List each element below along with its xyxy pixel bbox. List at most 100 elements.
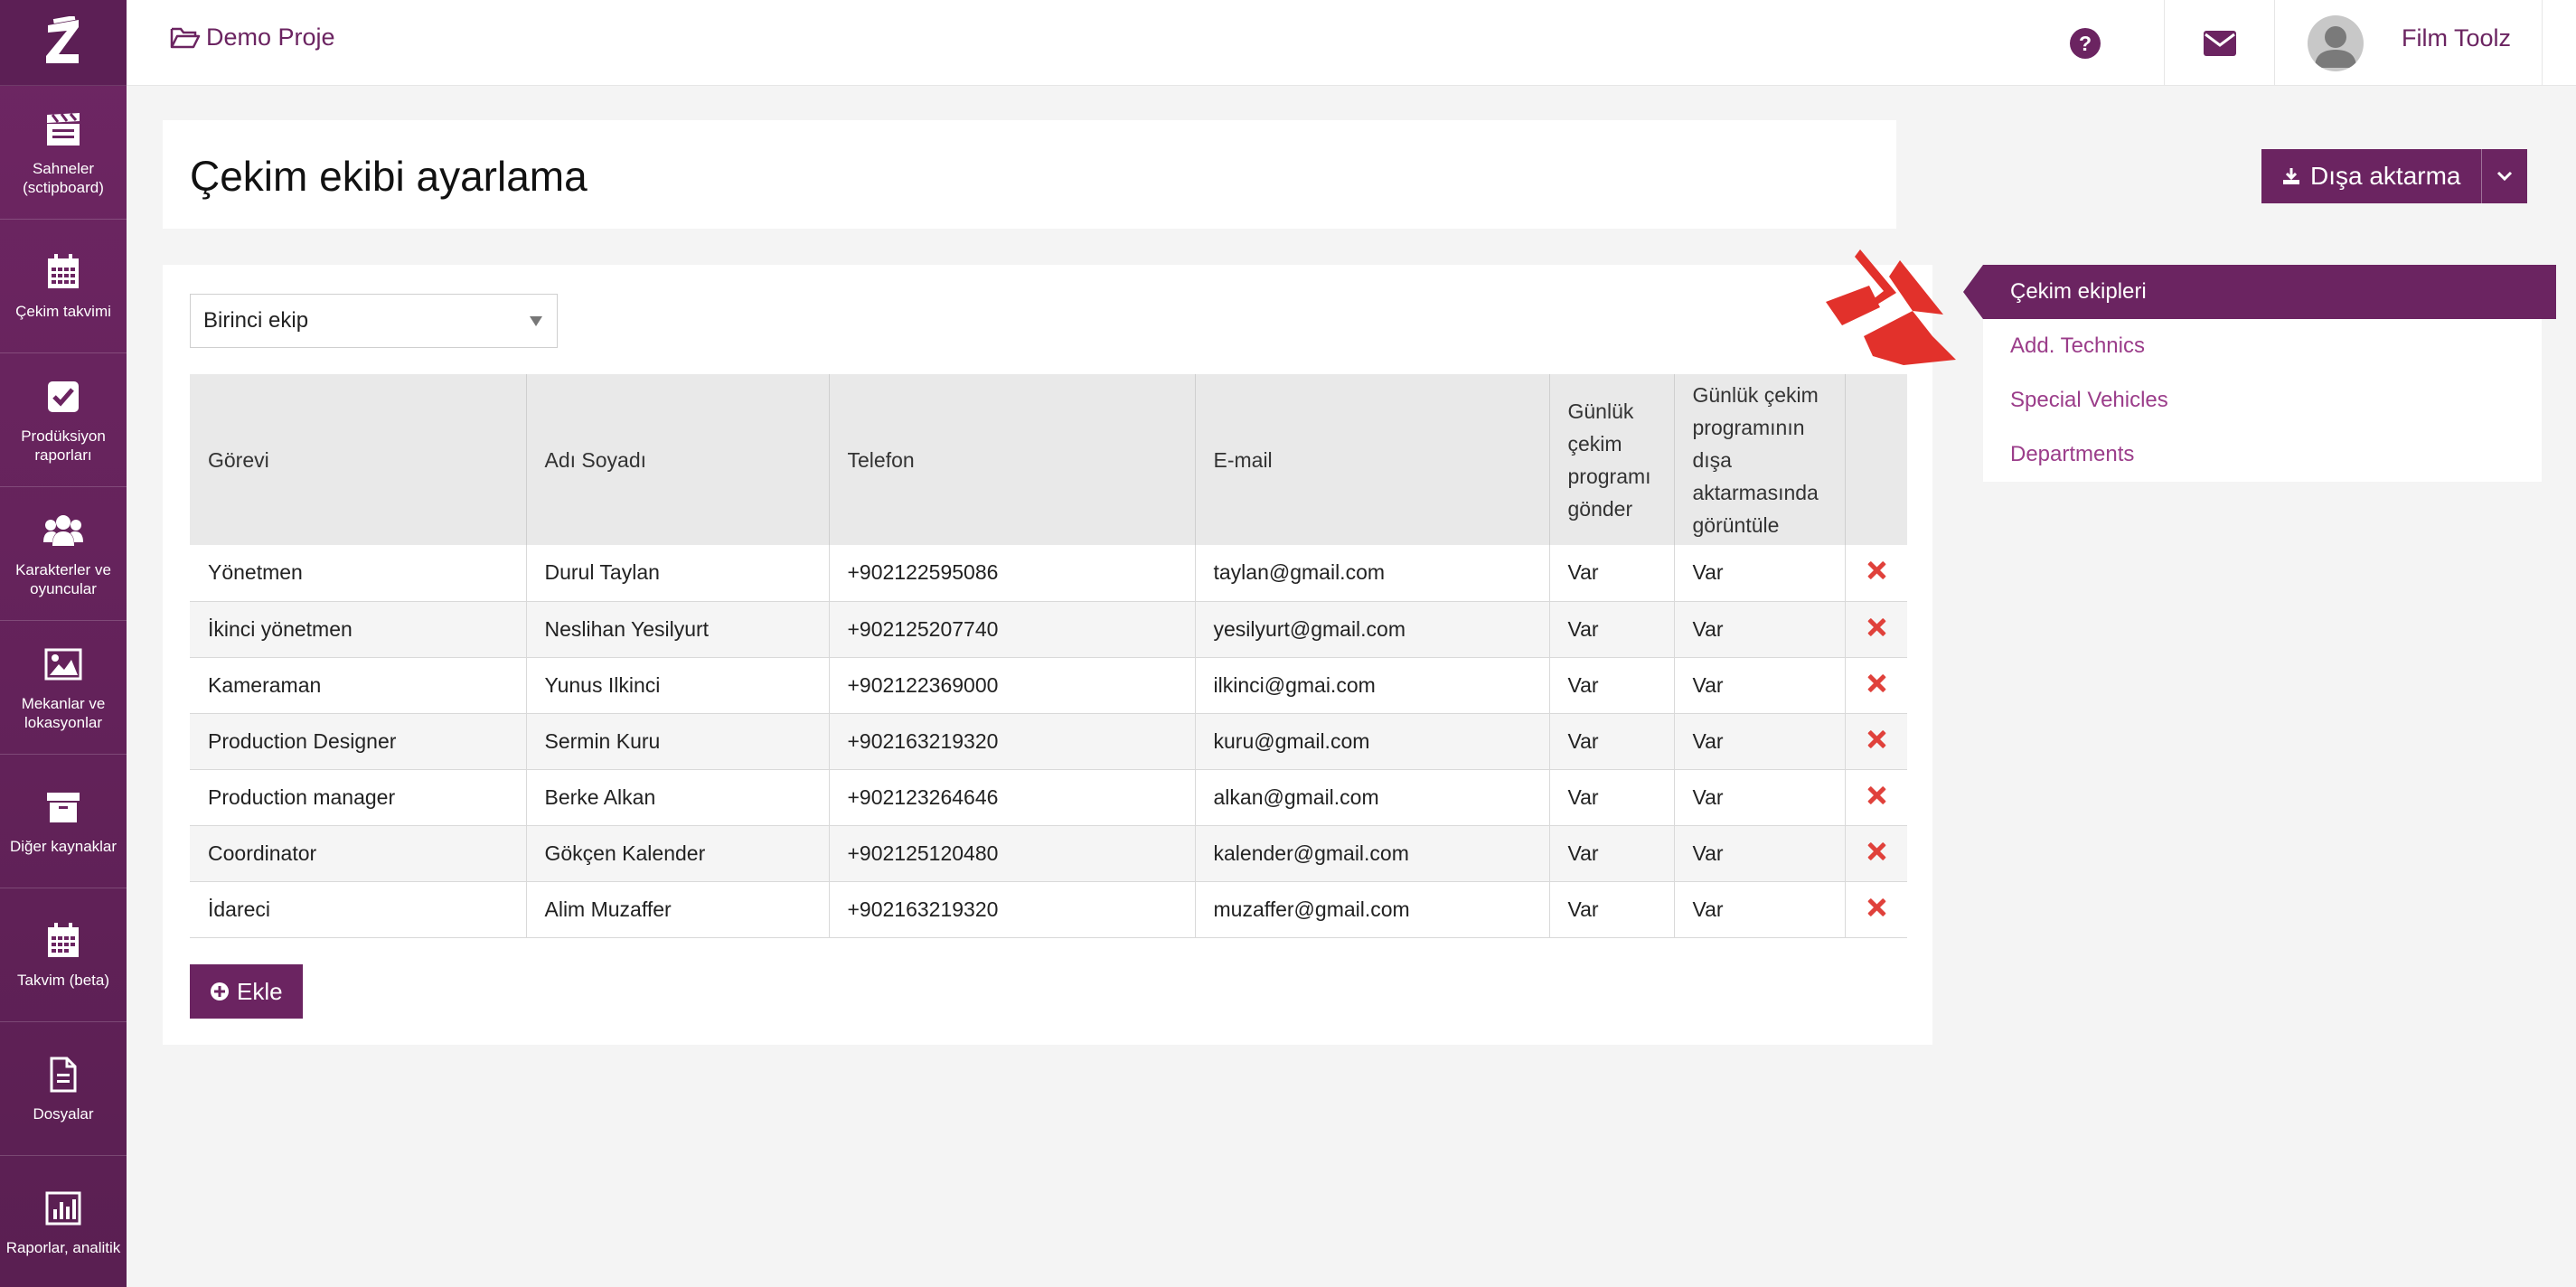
table-row[interactable]: Production manager Berke Alkan +90212326… [190, 769, 1907, 826]
cell-send-schedule[interactable]: Var [1549, 545, 1675, 602]
cell-phone[interactable]: +902122595086 [829, 545, 1196, 602]
cell-email[interactable]: alkan@gmail.com [1195, 769, 1550, 826]
sidebar-item-locations[interactable]: Mekanlar ve lokasyonlar [0, 621, 127, 755]
column-header-phone: Telefon [829, 374, 1196, 545]
cell-show-in-export[interactable]: Var [1674, 881, 1846, 938]
table-row[interactable]: İkinci yönetmen Neslihan Yesilyurt +9021… [190, 601, 1907, 658]
cell-name[interactable]: Gökçen Kalender [526, 825, 830, 882]
cell-email[interactable]: taylan@gmail.com [1195, 545, 1550, 602]
sidebar-item-other-resources[interactable]: Diğer kaynaklar [0, 755, 127, 888]
cell-role[interactable]: İdareci [190, 881, 527, 938]
table-row[interactable]: Kameraman Yunus Ilkinci +902122369000 il… [190, 657, 1907, 714]
sidebar-item-production-reports[interactable]: Prodüksiyon raporları [0, 353, 127, 487]
file-icon [50, 1057, 77, 1093]
download-icon [2283, 168, 2299, 184]
export-button[interactable]: Dışa aktarma [2261, 149, 2482, 203]
cell-name[interactable]: Berke Alkan [526, 769, 830, 826]
delete-icon[interactable] [1867, 674, 1885, 692]
cell-phone[interactable]: +902122369000 [829, 657, 1196, 714]
app-logo[interactable] [0, 0, 127, 86]
cell-role[interactable]: Yönetmen [190, 545, 527, 602]
cell-show-in-export[interactable]: Var [1674, 657, 1846, 714]
delete-icon[interactable] [1867, 561, 1885, 579]
crew-select[interactable]: Birinci ekip [190, 294, 558, 348]
cell-email[interactable]: yesilyurt@gmail.com [1195, 601, 1550, 658]
sidebar-item-label: Raporlar, analitik [5, 1239, 121, 1256]
project-breadcrumb[interactable]: Demo Proje [170, 23, 335, 52]
cell-show-in-export[interactable]: Var [1674, 601, 1846, 658]
folder-open-icon [170, 27, 201, 48]
delete-icon[interactable] [1867, 730, 1885, 748]
cell-show-in-export[interactable]: Var [1674, 825, 1846, 882]
nav-item-label: Departments [2010, 442, 2135, 466]
help-button[interactable]: ? [2007, 0, 2164, 86]
messages-button[interactable] [2164, 0, 2274, 86]
user-menu[interactable]: Film Toolz [2274, 0, 2542, 86]
sidebar-item-label: Takvim (beta) [16, 972, 110, 989]
nav-item-crews[interactable]: Çekim ekipleri [1963, 265, 2556, 319]
cell-phone[interactable]: +902125207740 [829, 601, 1196, 658]
sidebar-item-calendar-beta[interactable]: Takvim (beta) [0, 888, 127, 1022]
column-header-name: Adı Soyadı [526, 374, 830, 545]
table-row[interactable]: İdareci Alim Muzaffer +902163219320 muza… [190, 881, 1907, 938]
table-row[interactable]: Production Designer Sermin Kuru +9021632… [190, 713, 1907, 770]
cell-name[interactable]: Neslihan Yesilyurt [526, 601, 830, 658]
cell-role[interactable]: Production manager [190, 769, 527, 826]
sidebar-item-label: Karakterler ve oyuncular [15, 560, 111, 597]
cell-send-schedule[interactable]: Var [1549, 881, 1675, 938]
cell-phone[interactable]: +902123264646 [829, 769, 1196, 826]
cell-send-schedule[interactable]: Var [1549, 657, 1675, 714]
sidebar-item-scenes[interactable]: Sahneler (sctipboard) [0, 86, 127, 220]
cell-role[interactable]: Coordinator [190, 825, 527, 882]
cell-send-schedule[interactable]: Var [1549, 601, 1675, 658]
sidebar: Sahneler (sctipboard) Çekim takvimi Prod… [0, 0, 127, 1287]
cell-show-in-export[interactable]: Var [1674, 713, 1846, 770]
sidebar-item-characters[interactable]: Karakterler ve oyuncular [0, 487, 127, 621]
cell-email[interactable]: muzaffer@gmail.com [1195, 881, 1550, 938]
cell-name[interactable]: Sermin Kuru [526, 713, 830, 770]
cell-send-schedule[interactable]: Var [1549, 825, 1675, 882]
export-button-group: Dışa aktarma [2261, 149, 2527, 203]
cell-phone[interactable]: +902125120480 [829, 825, 1196, 882]
cell-phone[interactable]: +902163219320 [829, 713, 1196, 770]
sidebar-item-shooting-schedule[interactable]: Çekim takvimi [0, 220, 127, 353]
nav-item-special-vehicles[interactable]: Special Vehicles [1983, 373, 2556, 427]
cell-send-schedule[interactable]: Var [1549, 713, 1675, 770]
add-crew-button[interactable]: Ekle [190, 964, 303, 1019]
table-row[interactable]: Coordinator Gökçen Kalender +90212512048… [190, 825, 1907, 882]
svg-text:?: ? [2079, 32, 2092, 55]
cell-phone[interactable]: +902163219320 [829, 881, 1196, 938]
caret-down-icon [530, 316, 542, 326]
cell-name[interactable]: Yunus Ilkinci [526, 657, 830, 714]
cell-show-in-export[interactable]: Var [1674, 545, 1846, 602]
cell-send-schedule[interactable]: Var [1549, 769, 1675, 826]
cell-role[interactable]: Production Designer [190, 713, 527, 770]
cell-email[interactable]: kuru@gmail.com [1195, 713, 1550, 770]
sidebar-item-files[interactable]: Dosyalar [0, 1022, 127, 1156]
delete-icon[interactable] [1867, 842, 1885, 860]
sidebar-item-label: Mekanlar ve lokasyonlar [21, 694, 106, 731]
help-icon: ? [2070, 27, 2101, 59]
topbar: Demo Proje ? Film Toolz TR [127, 0, 2576, 86]
delete-icon[interactable] [1867, 618, 1885, 636]
cell-email[interactable]: ilkinci@gmai.com [1195, 657, 1550, 714]
export-dropdown-toggle[interactable] [2482, 149, 2527, 203]
delete-icon[interactable] [1867, 786, 1885, 804]
delete-icon[interactable] [1867, 898, 1885, 916]
language-switch[interactable]: TR [2542, 0, 2576, 86]
cell-role[interactable]: İkinci yönetmen [190, 601, 527, 658]
cell-show-in-export[interactable]: Var [1674, 769, 1846, 826]
cell-name[interactable]: Alim Muzaffer [526, 881, 830, 938]
cell-role[interactable]: Kameraman [190, 657, 527, 714]
archive-icon [47, 793, 80, 822]
nav-item-label: Add. Technics [2010, 333, 2145, 358]
cell-name[interactable]: Durul Taylan [526, 545, 830, 602]
column-header-show-in-export: Günlük çekim programının dışa aktarmasın… [1674, 374, 1846, 545]
sidebar-item-reports[interactable]: Raporlar, analitik [0, 1156, 127, 1287]
nav-item-departments[interactable]: Departments [1983, 427, 2556, 482]
table-row[interactable]: Yönetmen Durul Taylan +902122595086 tayl… [190, 545, 1907, 602]
nav-item-label: Special Vehicles [2010, 388, 2168, 412]
image-icon [44, 648, 82, 680]
cell-email[interactable]: kalender@gmail.com [1195, 825, 1550, 882]
nav-item-add-technics[interactable]: Add. Technics [1983, 319, 2556, 373]
